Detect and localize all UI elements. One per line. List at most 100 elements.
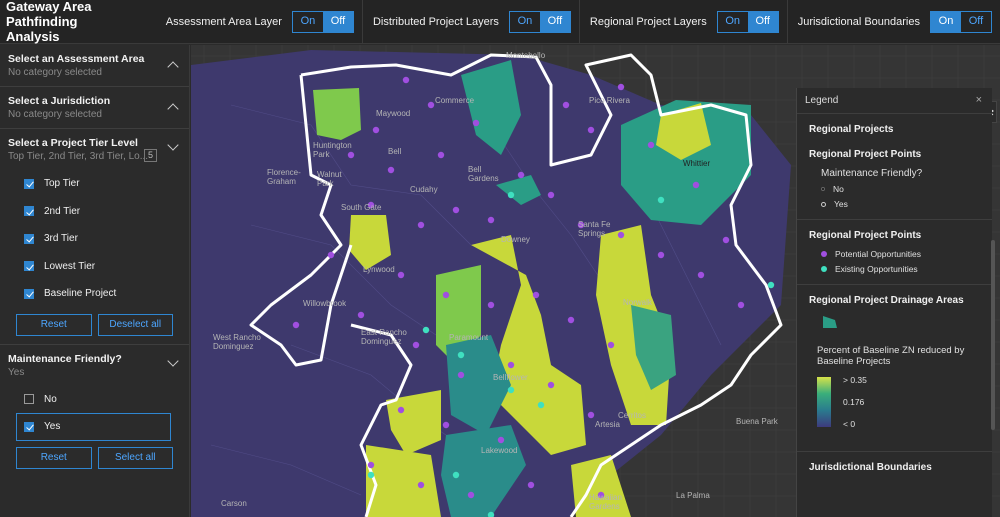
color-ramp: > 0.35 0.176 < 0 <box>809 375 980 429</box>
on-button[interactable]: On <box>718 12 748 32</box>
color-ramp-bar <box>817 377 831 427</box>
drainage-area <box>366 445 441 517</box>
polygon-symbol-icon <box>823 316 837 328</box>
section-subtitle: No category selected <box>8 109 102 120</box>
off-button[interactable]: Off <box>322 11 353 32</box>
section-title: Select a Project Tier Level <box>8 137 138 149</box>
toggle-assessment-area: Assessment Area Layer On Off <box>156 0 362 44</box>
checkbox-icon[interactable] <box>24 394 34 405</box>
legend-item-potential: Potential Opportunities <box>809 249 980 259</box>
option-label: 3rd Tier <box>44 233 78 245</box>
layer-toggles: Assessment Area Layer On Off Distributed… <box>156 0 1000 44</box>
legend-item-no: No <box>809 184 980 194</box>
place-label: Montebello <box>506 51 546 60</box>
option-label: Yes <box>44 421 61 433</box>
legend-item-label: Potential Opportunities <box>835 249 921 259</box>
top-bar: Gateway Area Pathfinding Analysis Assess… <box>0 0 1000 44</box>
place-label: Downey <box>501 235 530 244</box>
tier-option-3rd[interactable]: 3rd Tier <box>8 225 181 253</box>
option-label: Lowest Tier <box>44 260 96 272</box>
divider <box>797 284 992 285</box>
checkbox-checked-icon[interactable] <box>24 178 34 189</box>
section-title: Select a Jurisdiction <box>8 95 111 107</box>
legend-body: Regional Projects Regional Project Point… <box>797 124 992 473</box>
assessment-area-section[interactable]: Select an Assessment Area No category se… <box>0 45 189 87</box>
checkbox-checked-icon[interactable] <box>24 261 34 272</box>
off-button[interactable]: Off <box>539 11 570 32</box>
place-label: Huntington Park <box>313 141 352 159</box>
legend-item-label: Yes <box>834 199 848 209</box>
on-button[interactable]: On <box>931 11 961 32</box>
place-label: Walnut Park <box>317 170 342 188</box>
place-label: Santa Fe Springs <box>578 220 611 238</box>
segmented-control: On Off <box>930 10 992 33</box>
place-label: South Gate <box>341 203 382 212</box>
option-label: Top Tier <box>44 178 80 190</box>
legend-header: Legend × <box>797 88 992 114</box>
legend-item-label: Existing Opportunities <box>835 264 918 274</box>
legend-section-title: Regional Projects <box>809 124 894 135</box>
place-label: Florence-Graham <box>267 168 301 186</box>
place-label: Whittier <box>683 159 711 168</box>
ramp-mid-label: 0.176 <box>843 397 865 407</box>
toggle-label: Jurisdictional Boundaries <box>797 15 920 28</box>
legend-panel: Legend × Regional Projects Regional Proj… <box>796 88 992 517</box>
drainage-area <box>313 88 361 140</box>
toggle-label: Regional Project Layers <box>589 15 707 28</box>
tier-reset-button[interactable]: Reset <box>16 313 92 336</box>
app-title: Gateway Area Pathfinding Analysis <box>0 0 120 44</box>
off-button[interactable]: Off <box>961 12 991 32</box>
place-label: Hawaiian Gardens <box>589 493 622 511</box>
section-subtitle: Yes <box>8 366 25 378</box>
on-button[interactable]: On <box>293 12 323 32</box>
point-symbol-icon <box>821 201 826 207</box>
legend-title: Legend <box>805 95 839 106</box>
toggle-regional-project: Regional Project Layers On Off <box>578 0 787 44</box>
tier-option-baseline[interactable]: Baseline Project <box>8 280 181 308</box>
toggle-distributed-project: Distributed Project Layers On Off <box>361 0 579 44</box>
legend-subsection-title: Regional Project Points <box>809 230 922 241</box>
checkbox-checked-icon[interactable] <box>24 421 34 432</box>
toggle-label: Distributed Project Layers <box>372 15 499 28</box>
legend-subsection-title: Regional Project Drainage Areas <box>809 295 964 306</box>
section-subtitle: No category selected <box>8 67 102 78</box>
place-label: Cerritos <box>618 411 647 420</box>
jurisdiction-section[interactable]: Select a Jurisdiction No category select… <box>0 87 189 129</box>
tier-deselect-all-button[interactable]: Deselect all <box>97 313 173 336</box>
legend-subsection-title: Jurisdictional Boundaries <box>809 462 932 473</box>
ramp-low-label: < 0 <box>843 419 856 429</box>
tier-option-top[interactable]: Top Tier <box>8 170 181 198</box>
place-label: Lynwood <box>363 265 395 274</box>
place-label: Paramount <box>449 333 489 342</box>
place-label: Artesia <box>595 420 620 429</box>
maintenance-reset-button[interactable]: Reset <box>16 446 92 469</box>
place-label: Buena Park <box>736 417 778 426</box>
checkbox-checked-icon[interactable] <box>24 233 34 244</box>
ramp-title: Percent of Baseline ZN reduced by Baseli… <box>817 345 965 367</box>
tier-option-2nd[interactable]: 2nd Tier <box>8 198 181 226</box>
legend-scrollbar[interactable] <box>991 240 995 430</box>
segmented-control: On Off <box>716 10 779 33</box>
maintenance-select-all-button[interactable]: Select all <box>97 446 173 469</box>
close-icon[interactable]: × <box>976 94 982 106</box>
off-button[interactable]: Off <box>747 11 778 32</box>
segmented-control: On Off <box>508 10 571 33</box>
app-title-line2: Pathfinding Analysis <box>6 14 78 44</box>
selection-count-badge: 5 <box>143 149 157 162</box>
maintenance-option-yes[interactable]: Yes <box>16 413 171 441</box>
tier-option-lowest[interactable]: Lowest Tier <box>8 253 181 281</box>
place-label: Willowbrook <box>303 299 347 308</box>
legend-subsection-title: Regional Project Points <box>809 149 922 160</box>
checkbox-checked-icon[interactable] <box>24 288 34 299</box>
maintenance-option-no[interactable]: No <box>8 386 181 414</box>
place-label: West Rancho Dominguez <box>213 333 261 351</box>
ramp-high-label: > 0.35 <box>843 375 867 385</box>
legend-item-yes: Yes <box>809 199 980 209</box>
place-label: East Rancho Dominguez <box>361 328 407 346</box>
checkbox-checked-icon[interactable] <box>24 206 34 217</box>
on-button[interactable]: On <box>510 12 540 32</box>
legend-item-label: No <box>833 184 844 194</box>
app-title-line1: Gateway Area <box>6 0 92 14</box>
place-label: Pico Rivera <box>589 96 630 105</box>
legend-item-existing: Existing Opportunities <box>809 264 980 274</box>
